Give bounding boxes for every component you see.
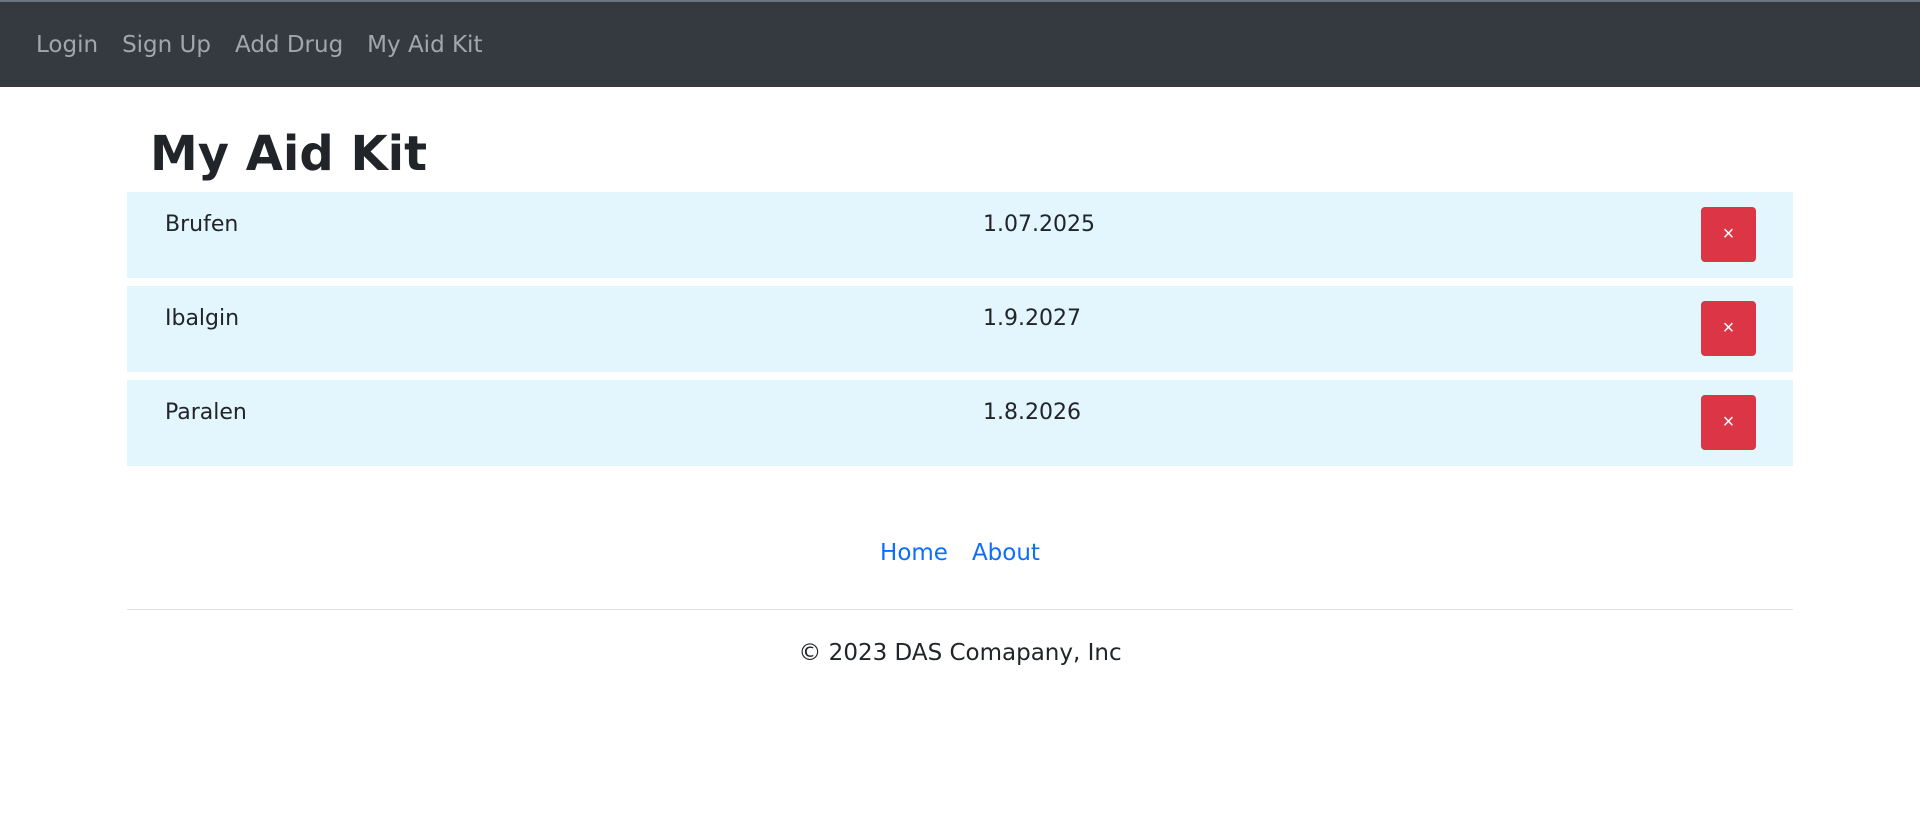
drug-name: Paralen [165, 400, 247, 425]
delete-button[interactable]: × [1701, 207, 1756, 262]
drug-name: Ibalgin [165, 306, 240, 331]
expiry-date: 1.8.2026 [983, 400, 1081, 425]
delete-button[interactable]: × [1701, 395, 1756, 450]
page-title: My Aid Kit [150, 126, 428, 182]
delete-button[interactable]: × [1701, 301, 1756, 356]
expiry-date: 1.07.2025 [983, 212, 1095, 237]
list-item: Brufen 1.07.2025 × [127, 192, 1793, 278]
expiry-date: 1.9.2027 [983, 306, 1081, 331]
aid-kit-list: Brufen 1.07.2025 × Ibalgin 1.9.2027 × Pa… [127, 192, 1793, 474]
list-item: Paralen 1.8.2026 × [127, 380, 1793, 466]
footer-nav: Home About [0, 540, 1920, 566]
close-icon: × [1722, 411, 1735, 433]
nav-add-drug-link[interactable]: Add Drug [235, 32, 343, 58]
close-icon: × [1722, 317, 1735, 339]
nav-login-link[interactable]: Login [36, 32, 98, 58]
navbar: Login Sign Up Add Drug My Aid Kit [0, 2, 1920, 87]
nav-signup-link[interactable]: Sign Up [122, 32, 211, 58]
nav-my-aid-kit-link[interactable]: My Aid Kit [367, 32, 482, 58]
copyright-text: © 2023 DAS Comapany, Inc [798, 640, 1122, 666]
footer-divider [127, 609, 1793, 610]
footer-about-link[interactable]: About [972, 540, 1040, 566]
drug-name: Brufen [165, 212, 239, 237]
footer-home-link[interactable]: Home [880, 540, 948, 566]
close-icon: × [1722, 223, 1735, 245]
list-item: Ibalgin 1.9.2027 × [127, 286, 1793, 372]
